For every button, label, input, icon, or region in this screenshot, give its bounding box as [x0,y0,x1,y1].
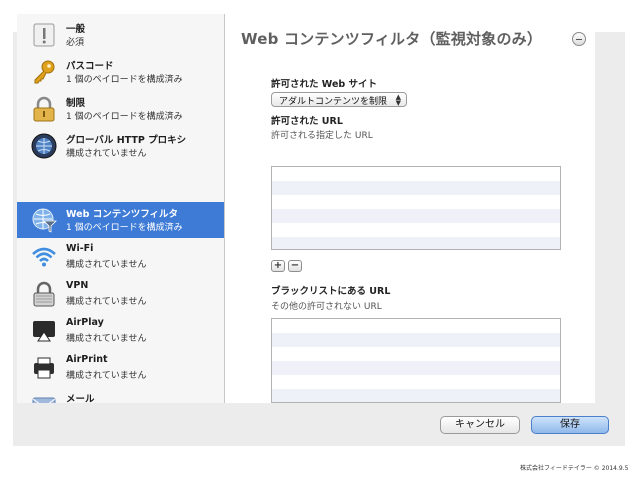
sidebar-item-wifi[interactable]: Wi-Fi 構成されていません [17,239,224,275]
cancel-button[interactable]: キャンセル [440,416,520,434]
globe-proxy-icon [31,133,57,159]
filter-mode-value: アダルトコンテンツを制限 [279,97,388,107]
copyright-footer: 株式会社フィードテイラー © 2014.9.5 [520,465,629,472]
collapse-minus-icon[interactable] [572,32,586,46]
sidebar-item-status: 構成されていません [66,371,147,381]
allowed-urls-description: 許可される指定した URL [271,131,373,141]
sidebar-item-name: AirPlay [66,317,104,328]
sidebar-item-status: 1 個のペイロードを構成済み [66,75,183,85]
filter-mode-select[interactable]: アダルトコンテンツを制限 ▲ ▼ [271,92,407,107]
vpn-lock-icon [31,281,57,307]
sidebar-item-general[interactable]: 一般 必須 [17,17,224,53]
sidebar-item-web-content-filter[interactable]: Web コンテンツフィルタ 1 個のペイロードを構成済み [17,202,224,238]
sidebar-item-name: Web コンテンツフィルタ [66,209,179,220]
blacklist-label: ブラックリストにある URL [271,286,391,297]
sidebar-item-name: VPN [66,280,89,291]
airplay-icon [31,318,57,344]
sidebar-item-status: 構成されていません [66,149,147,159]
payload-sidebar[interactable]: 一般 必須 パスコード 1 個のペイロードを構成済み 制限 1 個のペイロードを… [17,14,225,403]
sidebar-item-restrictions[interactable]: 制限 1 個のペイロードを構成済み [17,91,224,127]
sidebar-item-status: 構成されていません [66,334,147,344]
sidebar-item-status: 1 個のペイロードを構成済み [66,112,183,122]
sidebar-item-global-http-proxy[interactable]: グローバル HTTP プロキシ 構成されていません [17,128,224,164]
allowed-urls-list[interactable] [271,166,561,250]
sidebar-item-status: 構成されていません [66,297,147,307]
web-filter-icon [31,207,57,233]
payload-settings-panel: Web コンテンツフィルタ（監視対象のみ） 許可された Web サイト アダルト… [225,14,595,403]
allowed-sites-label: 許可された Web サイト [271,79,377,90]
sidebar-item-name: Wi-Fi [66,243,94,254]
sidebar-item-passcode[interactable]: パスコード 1 個のペイロードを構成済み [17,54,224,90]
sidebar-item-status: 必須 [66,38,85,48]
sidebar-item-name: メール [66,394,95,403]
allowed-urls-label: 許可された URL [271,116,343,127]
save-button[interactable]: 保存 [531,416,609,434]
general-icon [31,22,57,48]
sidebar-item-mail[interactable]: メール [17,387,224,403]
page-title: Web コンテンツフィルタ（監視対象のみ） [241,30,543,48]
sidebar-item-vpn[interactable]: VPN 構成されていません [17,276,224,312]
key-icon [31,59,57,85]
sidebar-item-name: グローバル HTTP プロキシ [66,135,187,146]
sidebar-item-airprint[interactable]: AirPrint 構成されていません [17,350,224,386]
blacklist-urls-list[interactable] [271,318,561,403]
sidebar-item-name: パスコード [66,61,114,72]
select-arrows-icon: ▲ ▼ [395,93,401,107]
blacklist-description: その他の許可されない URL [271,302,382,312]
sidebar-item-name: AirPrint [66,354,108,365]
sidebar-item-name: 一般 [66,24,86,35]
sidebar-item-airplay[interactable]: AirPlay 構成されていません [17,313,224,349]
remove-url-button[interactable]: − [288,260,302,272]
sidebar-item-name: 制限 [66,98,86,109]
sidebar-item-status: 1 個のペイロードを構成済み [66,223,183,233]
sidebar-item-status: 構成されていません [66,260,147,270]
printer-icon [31,355,57,381]
padlock-icon [31,96,57,122]
mail-icon [31,392,57,403]
wifi-icon [31,244,57,270]
add-url-button[interactable]: + [271,260,285,272]
